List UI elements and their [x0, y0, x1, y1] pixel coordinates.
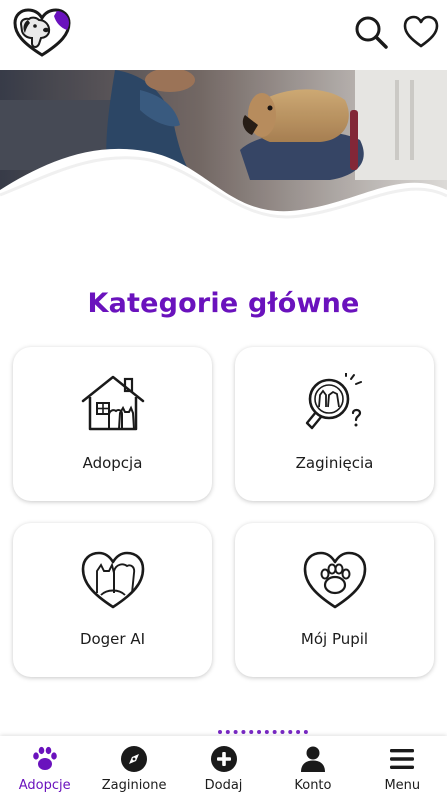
nav-label: Zaginione	[101, 778, 167, 793]
nav-item-konto[interactable]: Konto	[268, 736, 357, 802]
nav-item-adopcje[interactable]: Adopcje	[0, 736, 89, 802]
section-title: Kategorie główne	[87, 288, 360, 319]
heart-pets-icon	[79, 549, 147, 611]
category-label: Zaginięcia	[295, 454, 374, 472]
plus-circle-icon	[210, 745, 238, 773]
category-card-moj-pupil[interactable]: Mój Pupil	[235, 523, 434, 677]
search-icon[interactable]	[353, 14, 389, 50]
compass-icon	[120, 745, 148, 773]
category-label: Adopcja	[82, 454, 143, 472]
bottom-nav: Adopcje Zaginione Dodaj Konto Menu	[0, 736, 447, 802]
nav-item-menu[interactable]: Menu	[358, 736, 447, 802]
category-card-doger-ai[interactable]: Doger AI	[13, 523, 212, 677]
category-card-zaginiecia[interactable]: Zaginięcia	[235, 347, 434, 501]
category-label: Mój Pupil	[300, 630, 369, 648]
house-pets-icon	[79, 373, 147, 435]
nav-label: Konto	[294, 778, 332, 793]
category-card-adopcja[interactable]: Adopcja	[13, 347, 212, 501]
nav-label: Dodaj	[204, 778, 243, 793]
user-icon	[299, 745, 327, 773]
nav-label: Menu	[384, 778, 421, 793]
app-header	[0, 0, 447, 70]
hero-photo	[0, 70, 447, 235]
nav-item-dodaj[interactable]: Dodaj	[179, 736, 268, 802]
nav-item-zaginione[interactable]: Zaginione	[89, 736, 178, 802]
dog-heart-logo-icon[interactable]	[13, 8, 71, 58]
paw-icon	[31, 745, 59, 773]
magnifier-pets-icon	[301, 372, 369, 435]
menu-icon	[388, 745, 416, 773]
category-label: Doger AI	[79, 630, 146, 648]
nav-label: Adopcje	[18, 778, 71, 793]
heart-icon[interactable]	[403, 14, 439, 50]
heart-paw-icon	[301, 549, 369, 611]
